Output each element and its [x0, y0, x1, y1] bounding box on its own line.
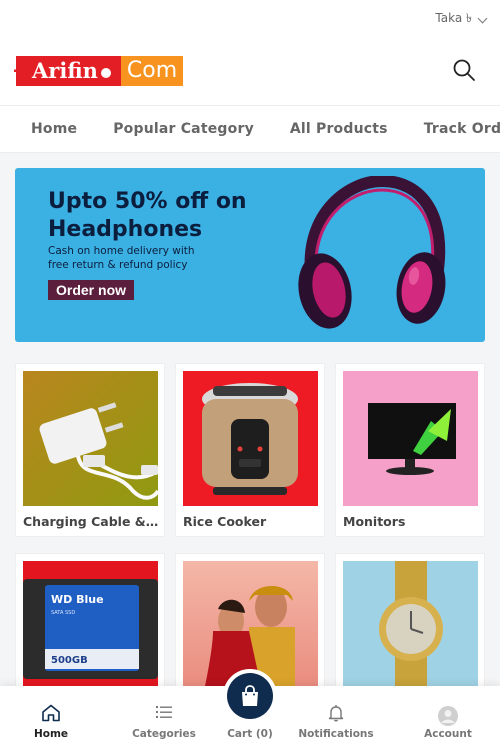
- svg-text:500GB: 500GB: [51, 655, 88, 666]
- product-card[interactable]: Charging Cable & Adapter: [15, 363, 165, 537]
- bottom-nav-account[interactable]: Account: [398, 686, 498, 750]
- logo-text-arifin: Arifin: [16, 56, 121, 86]
- nav-item-track-order[interactable]: Track Order: [424, 121, 500, 137]
- banner-title: Upto 50% off on Headphones: [48, 188, 247, 244]
- ssd-image: WD Blue SATA SSD 500GB: [23, 561, 158, 696]
- banner-subtitle-line2: free return & refund policy: [48, 259, 188, 271]
- product-name: Charging Cable & Adapter: [23, 514, 161, 529]
- promo-banner[interactable]: Upto 50% off on Headphones Cash on home …: [15, 168, 485, 342]
- main-nav: Home Popular Category All Products Track…: [0, 106, 500, 153]
- banner-subtitle-line1: Cash on home delivery with: [48, 245, 195, 257]
- svg-text:SATA SSD: SATA SSD: [51, 610, 75, 616]
- product-name: Rice Cooker: [183, 514, 267, 529]
- bottom-nav-categories[interactable]: Categories: [114, 686, 214, 750]
- svg-text:WD Blue: WD Blue: [51, 593, 104, 606]
- cart-button[interactable]: [227, 673, 273, 719]
- banner-title-line1: Upto 50% off on: [48, 189, 247, 214]
- bottom-nav-notifications-label: Notifications: [298, 728, 374, 740]
- rice-cooker-image: [183, 371, 318, 506]
- currency-selector[interactable]: Taka ৳: [435, 10, 488, 30]
- currency-label: Taka ৳: [435, 11, 472, 25]
- chevron-down-icon: [477, 13, 488, 23]
- bottom-nav-home-label: Home: [33, 728, 69, 740]
- headphones-image: [298, 176, 446, 329]
- product-name: Monitors: [343, 514, 406, 529]
- top-bar: Taka ৳: [0, 0, 500, 36]
- shopping-bag-icon: [242, 685, 258, 706]
- watch-image: [343, 561, 478, 696]
- monitor-image: [343, 371, 478, 506]
- banner-title-line2: Headphones: [48, 217, 203, 242]
- bell-icon: [328, 705, 344, 722]
- list-icon: [156, 706, 172, 718]
- page: Taka ৳ Arifin Com Home Popular Category …: [0, 0, 500, 750]
- search-icon: [453, 59, 475, 81]
- bottom-nav-cart-label: Cart (0): [227, 728, 273, 740]
- bottom-nav-categories-label: Categories: [132, 728, 196, 740]
- product-card[interactable]: Monitors: [335, 363, 485, 537]
- bottom-nav-notifications[interactable]: Notifications: [286, 686, 386, 750]
- bottom-nav-account-label: Account: [424, 728, 472, 740]
- product-card[interactable]: Rice Cooker: [175, 363, 325, 537]
- logo-text-com: Com: [120, 56, 184, 86]
- nav-item-popular-category[interactable]: Popular Category: [113, 121, 254, 137]
- banner-subtitle: Cash on home delivery with free return &…: [48, 244, 218, 272]
- site-logo[interactable]: Arifin Com: [14, 56, 184, 86]
- avatar-icon: [438, 706, 458, 726]
- home-icon: [42, 704, 60, 722]
- nav-item-all-products[interactable]: All Products: [290, 121, 388, 137]
- bottom-nav-home[interactable]: Home: [1, 686, 101, 750]
- charger-image: [23, 371, 158, 506]
- header: Arifin Com: [0, 36, 500, 106]
- nav-item-home[interactable]: Home: [31, 121, 77, 137]
- order-now-button[interactable]: Order now: [48, 280, 135, 300]
- search-button[interactable]: [452, 58, 476, 82]
